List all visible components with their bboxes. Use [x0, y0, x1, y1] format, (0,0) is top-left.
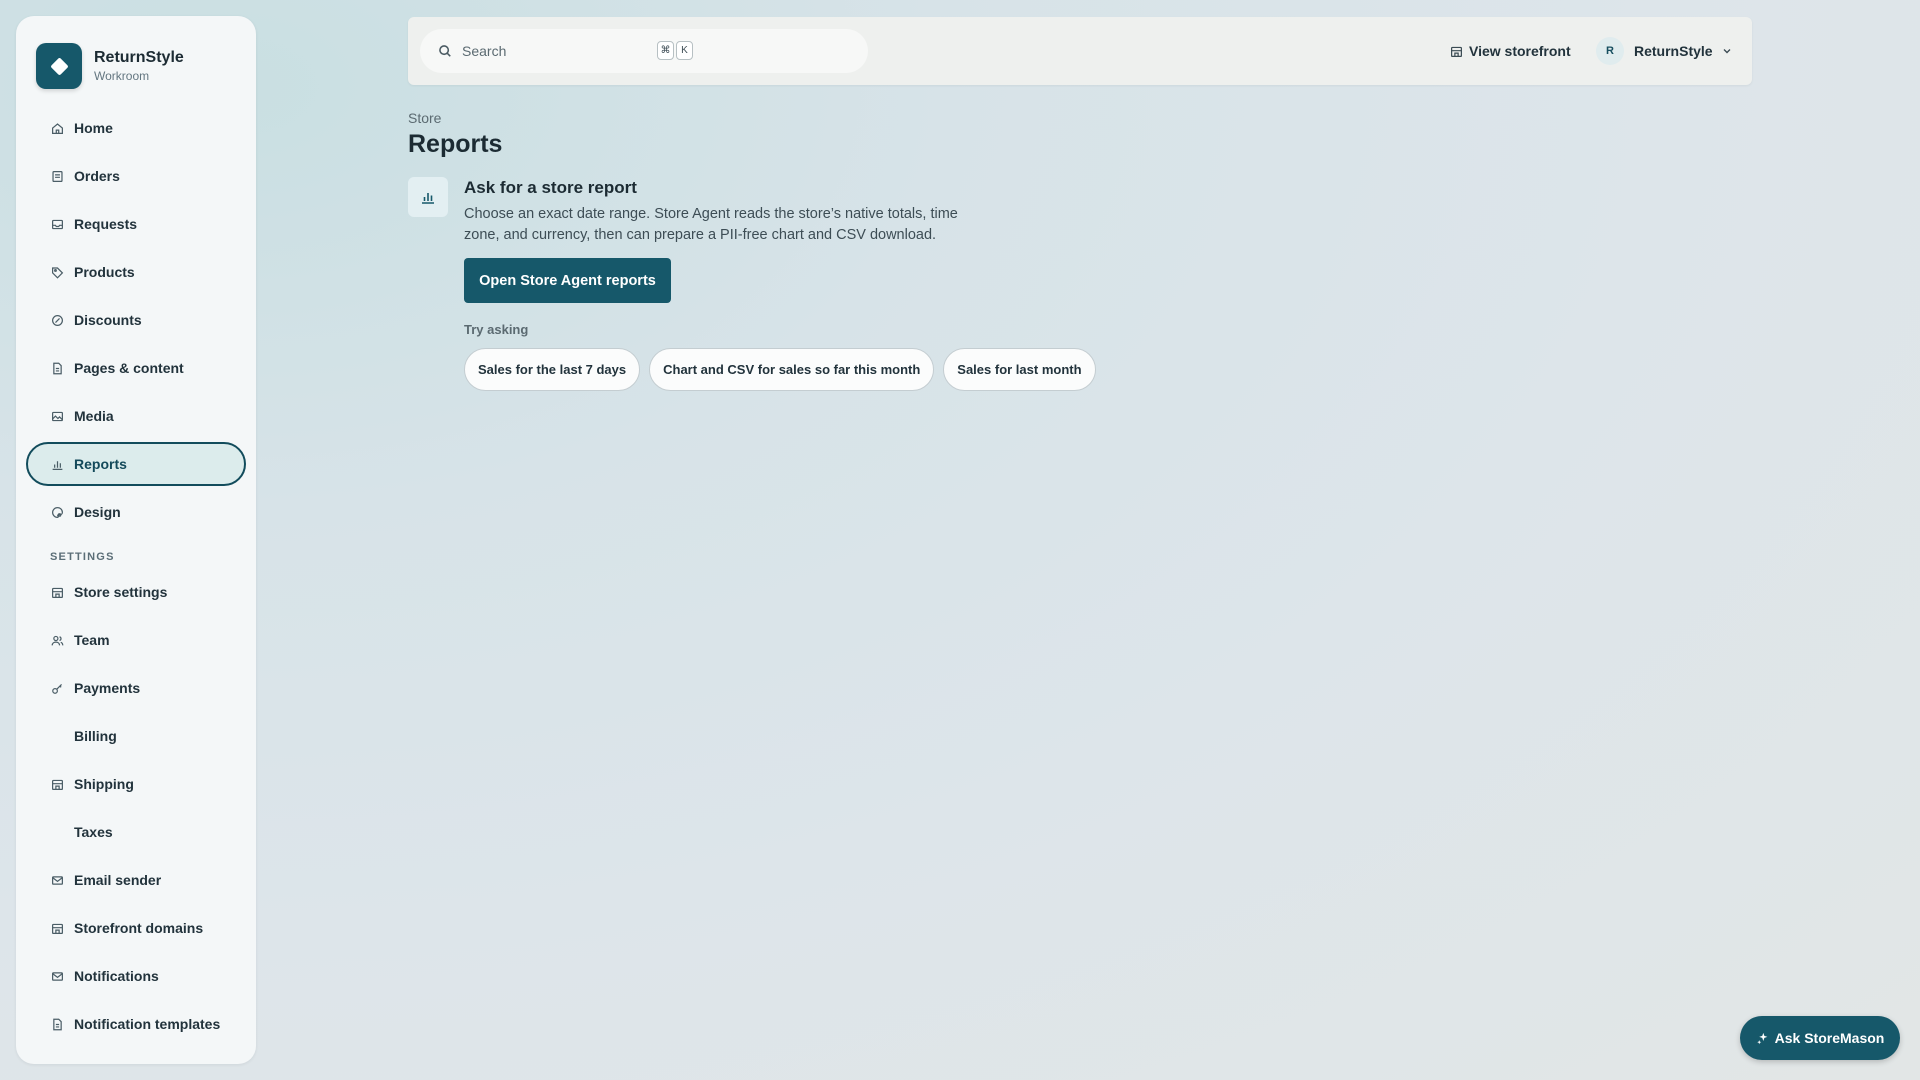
mail-icon	[50, 969, 64, 983]
settings-section-label: SETTINGS	[50, 551, 115, 563]
open-store-agent-reports-button[interactable]: Open Store Agent reports	[464, 258, 671, 303]
sidebar-item-notification-templates[interactable]: Notification templates	[26, 1002, 246, 1046]
sidebar-item-notifications[interactable]: Notifications	[26, 954, 246, 998]
sidebar-item-label: Payments	[74, 680, 141, 696]
sidebar-item-shipping[interactable]: Shipping	[26, 762, 246, 806]
chevron-down-icon	[1723, 49, 1731, 54]
suggestion-chips: Sales for the last 7 days Chart and CSV …	[464, 348, 1105, 391]
brand-logo	[36, 43, 82, 89]
view-storefront-link[interactable]: View storefront	[1450, 17, 1571, 85]
inbox-icon	[50, 217, 64, 231]
sidebar-item-media[interactable]: Media	[26, 394, 246, 438]
sidebar-item-products[interactable]: Products	[26, 250, 246, 294]
sidebar-item-email-sender[interactable]: Email sender	[26, 858, 246, 902]
sidebar-item-label: Requests	[74, 216, 138, 232]
orders-icon	[50, 169, 64, 183]
brand-subtitle: Workroom	[94, 69, 150, 83]
sidebar-item-requests[interactable]: Requests	[26, 202, 246, 246]
page-icon	[50, 361, 64, 375]
view-storefront-label: View storefront	[1469, 43, 1571, 59]
sidebar-item-label: Design	[74, 504, 121, 520]
account-name: ReturnStyle	[1634, 43, 1713, 59]
sidebar-item-design[interactable]: Design	[26, 490, 246, 534]
search-icon	[439, 45, 451, 57]
sidebar-item-label: Orders	[74, 168, 120, 184]
suggestion-chip[interactable]: Sales for last month	[943, 348, 1096, 391]
sidebar-item-label: Billing	[74, 728, 117, 744]
sidebar-item-taxes[interactable]: Taxes	[26, 810, 246, 854]
try-asking-label: Try asking	[464, 322, 529, 337]
report-card-icon	[408, 177, 448, 217]
mail-icon	[50, 873, 64, 887]
ask-storemason-button[interactable]: Ask StoreMason	[1740, 1016, 1900, 1060]
home-icon	[50, 121, 64, 135]
top-bar: Search ⌘ K View storefront R ReturnStyle	[408, 17, 1752, 85]
breadcrumb[interactable]: Store	[408, 110, 441, 126]
sidebar-item-label: Email sender	[74, 872, 162, 888]
search-input[interactable]: Search ⌘ K	[420, 29, 868, 73]
sidebar-item-label: Products	[74, 264, 135, 280]
store-icon	[50, 921, 64, 935]
page-icon	[50, 1017, 64, 1031]
sidebar-item-label: Store settings	[74, 584, 168, 600]
search-placeholder: Search	[462, 43, 507, 59]
diamond-icon	[49, 56, 69, 76]
account-menu[interactable]: R ReturnStyle	[1596, 17, 1733, 85]
bar-chart-icon	[50, 457, 64, 471]
ask-storemason-label: Ask StoreMason	[1774, 1030, 1885, 1046]
sidebar-item-label: Notifications	[74, 968, 159, 984]
bar-chart-icon	[422, 193, 434, 204]
report-card-title: Ask for a store report	[464, 178, 637, 197]
tag-icon	[50, 265, 64, 279]
key-icon	[50, 681, 64, 695]
sidebar-item-reports[interactable]: Reports	[26, 442, 246, 486]
sidebar-item-label: Media	[74, 408, 114, 424]
sidebar-item-pages-content[interactable]: Pages & content	[26, 346, 246, 390]
palette-icon	[50, 505, 64, 519]
report-card-description: Choose an exact date range. Store Agent …	[464, 206, 958, 243]
sidebar-item-label: Team	[74, 632, 110, 648]
sidebar-item-label: Storefront domains	[74, 920, 204, 936]
sidebar-item-label: Reports	[74, 456, 127, 472]
sidebar-item-label: Pages & content	[74, 360, 184, 376]
team-icon	[50, 633, 64, 647]
avatar: R	[1596, 37, 1624, 65]
sidebar-item-billing[interactable]: Billing	[26, 714, 246, 758]
brand[interactable]: ReturnStyle Workroom	[26, 42, 246, 90]
shortcut-key-cmd: ⌘	[657, 41, 674, 60]
image-icon	[50, 409, 64, 423]
suggestion-chip[interactable]: Chart and CSV for sales so far this mont…	[649, 348, 935, 391]
sidebar-item-label: Shipping	[74, 776, 134, 792]
sidebar-item-payments[interactable]: Payments	[26, 666, 246, 710]
discount-icon	[50, 313, 64, 327]
shortcut-key-k: K	[676, 41, 693, 60]
sidebar: ReturnStyle Workroom Home Orders Request…	[16, 16, 256, 1064]
page-title: Reports	[408, 130, 503, 158]
sidebar-item-orders[interactable]: Orders	[26, 154, 246, 198]
store-icon	[50, 585, 64, 599]
sidebar-item-discounts[interactable]: Discounts	[26, 298, 246, 342]
sparkle-icon	[1756, 1032, 1768, 1044]
sidebar-item-label: Discounts	[74, 312, 142, 328]
sidebar-item-label: Notification templates	[74, 1016, 221, 1032]
sidebar-item-store-settings[interactable]: Store settings	[26, 570, 246, 614]
store-icon	[50, 777, 64, 791]
sidebar-item-storefront-domains[interactable]: Storefront domains	[26, 906, 246, 950]
sidebar-item-home[interactable]: Home	[26, 106, 246, 150]
sidebar-item-label: Taxes	[74, 824, 113, 840]
store-icon	[1451, 46, 1462, 57]
brand-name: ReturnStyle	[94, 49, 184, 66]
sidebar-item-team[interactable]: Team	[26, 618, 246, 662]
sidebar-item-label: Home	[74, 120, 113, 136]
suggestion-chip[interactable]: Sales for the last 7 days	[464, 348, 641, 391]
